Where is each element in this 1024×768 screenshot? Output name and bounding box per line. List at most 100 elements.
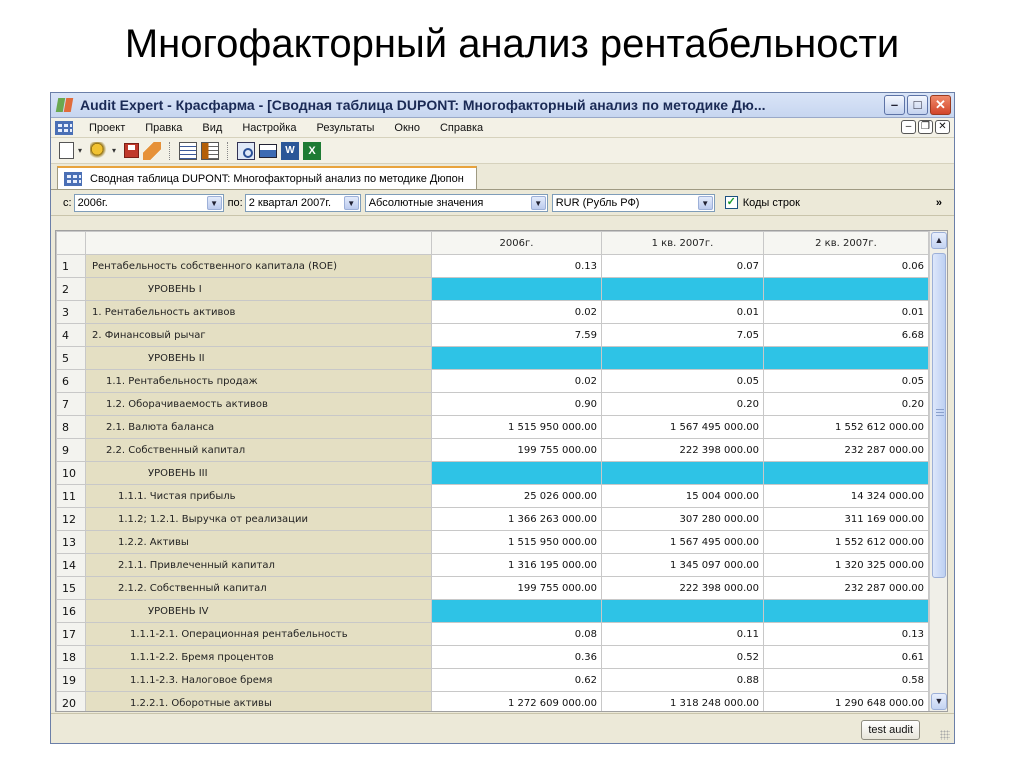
level-band-cell[interactable] [601, 346, 764, 370]
currency-select[interactable]: RUR (Рубль РФ) ▼ [551, 193, 715, 212]
value-cell[interactable]: 0.36 [431, 645, 602, 669]
value-cell[interactable]: 6.68 [763, 323, 929, 347]
value-cell[interactable]: 0.08 [431, 622, 602, 646]
value-cell[interactable]: 0.01 [601, 300, 764, 324]
value-cell[interactable]: 1 290 648 000.00 [763, 691, 929, 711]
value-cell[interactable]: 1 552 612 000.00 [763, 530, 929, 554]
table-row[interactable]: 7 1.2. Оборачиваемость активов 0.90 0.20 0.2… [56, 392, 929, 416]
table-row[interactable]: 2 УРОВЕНЬ I [56, 277, 929, 301]
table-row[interactable]: 3 1. Рентабельность активов 0.02 0.01 0.01 [56, 300, 929, 324]
table-view-icon[interactable] [179, 141, 197, 160]
value-cell[interactable]: 1 567 495 000.00 [601, 530, 764, 554]
maximize-button[interactable]: □ [907, 95, 928, 115]
to-period-select[interactable]: 2 квартал 2007г. ▼ [244, 193, 361, 212]
value-cell[interactable]: 1 515 950 000.00 [431, 530, 602, 554]
value-cell[interactable]: 222 398 000.00 [601, 438, 764, 462]
table-row[interactable]: 11 1.1.1. Чистая прибыль 25 026 000.00 15 0… [56, 484, 929, 508]
table-row[interactable]: 19 1.1.1-2.3. Налоговое бремя 0.62 0.88 0.58 [56, 668, 929, 692]
level-band-cell[interactable] [431, 599, 602, 623]
value-cell[interactable]: 0.05 [763, 369, 929, 393]
scroll-down-button[interactable]: ▼ [931, 693, 947, 710]
level-band-cell[interactable] [601, 461, 764, 485]
table-row[interactable]: 5 УРОВЕНЬ II [56, 346, 929, 370]
excel-export-icon[interactable]: X [303, 141, 321, 160]
row-codes-checkbox[interactable]: ✓ [724, 196, 738, 209]
value-cell[interactable]: 199 755 000.00 [431, 438, 602, 462]
value-cell[interactable]: 1 345 097 000.00 [601, 553, 764, 577]
level-band-cell[interactable] [431, 461, 602, 485]
table-row[interactable]: 1 Рентабельность собственного капитала (R… [56, 254, 929, 278]
table-row[interactable]: 18 1.1.1-2.2. Бремя процентов 0.36 0.52 0.61 [56, 645, 929, 669]
new-document-icon[interactable] [59, 142, 74, 159]
level-band-cell[interactable] [431, 346, 602, 370]
save-icon[interactable] [124, 143, 139, 158]
chevron-down-icon[interactable]: ▼ [206, 195, 222, 210]
column-header[interactable]: 2006г. [431, 231, 602, 255]
menu-view[interactable]: Вид [192, 122, 232, 134]
value-cell[interactable]: 1 515 950 000.00 [431, 415, 602, 439]
close-button[interactable]: ✕ [930, 95, 951, 115]
vertical-scrollbar[interactable]: ▲ ▼ [929, 231, 947, 711]
level-band-cell[interactable] [763, 599, 929, 623]
table-row[interactable]: 14 2.1.1. Привлеченный капитал 1 316 195 0… [56, 553, 929, 577]
level-band-cell[interactable] [763, 277, 929, 301]
table-document-icon[interactable] [55, 120, 73, 135]
print-icon[interactable] [259, 143, 277, 158]
tools-icon[interactable] [90, 141, 108, 160]
level-band-cell[interactable] [763, 346, 929, 370]
table-row[interactable]: 17 1.1.1-2.1. Операционная рентабельность… [56, 622, 929, 646]
table-row[interactable]: 4 2. Финансовый рычаг 7.59 7.05 6.68 [56, 323, 929, 347]
value-cell[interactable]: 1 567 495 000.00 [601, 415, 764, 439]
chevron-down-icon[interactable]: ▼ [530, 195, 546, 210]
scroll-thumb[interactable] [932, 253, 946, 578]
menu-help[interactable]: Справка [430, 122, 493, 134]
value-cell[interactable]: 0.07 [601, 254, 764, 278]
value-cell[interactable]: 15 004 000.00 [601, 484, 764, 508]
chevron-down-icon[interactable]: ▼ [343, 195, 359, 210]
word-export-icon[interactable]: W [281, 141, 299, 160]
document-minimize-button[interactable]: – [901, 120, 916, 134]
value-cell[interactable]: 0.11 [601, 622, 764, 646]
value-cell[interactable]: 1 316 195 000.00 [431, 553, 602, 577]
table-row[interactable]: 6 1.1. Рентабельность продаж 0.02 0.05 0.05 [56, 369, 929, 393]
value-cell[interactable]: 25 026 000.00 [431, 484, 602, 508]
table-row[interactable]: 13 1.2.2. Активы 1 515 950 000.00 1 567 495… [56, 530, 929, 554]
value-cell[interactable]: 1 366 263 000.00 [431, 507, 602, 531]
value-cell[interactable]: 0.61 [763, 645, 929, 669]
value-mode-select[interactable]: Абсолютные значения ▼ [364, 193, 548, 212]
table-row[interactable]: 15 2.1.2. Собственный капитал 199 755 000.… [56, 576, 929, 600]
level-band-cell[interactable] [601, 599, 764, 623]
print-preview-icon[interactable] [237, 141, 255, 160]
menu-settings[interactable]: Настройка [232, 122, 306, 134]
value-cell[interactable]: 222 398 000.00 [601, 576, 764, 600]
tab-dupont-summary[interactable]: Сводная таблица DUPONT: Многофакторный а… [57, 166, 477, 189]
value-cell[interactable]: 0.62 [431, 668, 602, 692]
value-cell[interactable]: 199 755 000.00 [431, 576, 602, 600]
table-row[interactable]: 10 УРОВЕНЬ III [56, 461, 929, 485]
menu-project[interactable]: Проект [79, 122, 135, 134]
value-cell[interactable]: 7.05 [601, 323, 764, 347]
table-row[interactable]: 20 1.2.2.1. Оборотные активы 1 272 609 000… [56, 691, 929, 711]
value-cell[interactable]: 1 320 325 000.00 [763, 553, 929, 577]
value-cell[interactable]: 232 287 000.00 [763, 438, 929, 462]
value-cell[interactable]: 0.02 [431, 300, 602, 324]
document-close-button[interactable]: ✕ [935, 120, 950, 134]
scroll-up-button[interactable]: ▲ [931, 232, 947, 249]
value-cell[interactable]: 7.59 [431, 323, 602, 347]
table-row[interactable]: 8 2.1. Валюта баланса 1 515 950 000.00 1 56… [56, 415, 929, 439]
value-cell[interactable]: 1 552 612 000.00 [763, 415, 929, 439]
value-cell[interactable]: 0.52 [601, 645, 764, 669]
resize-grip-icon[interactable] [940, 730, 950, 740]
value-cell[interactable]: 0.06 [763, 254, 929, 278]
value-cell[interactable]: 1 318 248 000.00 [601, 691, 764, 711]
menu-edit[interactable]: Правка [135, 122, 192, 134]
from-period-select[interactable]: 2006г. ▼ [73, 193, 224, 212]
table-row[interactable]: 9 2.2. Собственный капитал 199 755 000.00 2… [56, 438, 929, 462]
menu-window[interactable]: Окно [384, 122, 430, 134]
minimize-button[interactable]: – [884, 95, 905, 115]
value-cell[interactable]: 1 272 609 000.00 [431, 691, 602, 711]
level-band-cell[interactable] [431, 277, 602, 301]
value-cell[interactable]: 0.01 [763, 300, 929, 324]
new-dropdown-arrow-icon[interactable]: ▾ [78, 146, 86, 155]
table-row[interactable]: 16 УРОВЕНЬ IV [56, 599, 929, 623]
